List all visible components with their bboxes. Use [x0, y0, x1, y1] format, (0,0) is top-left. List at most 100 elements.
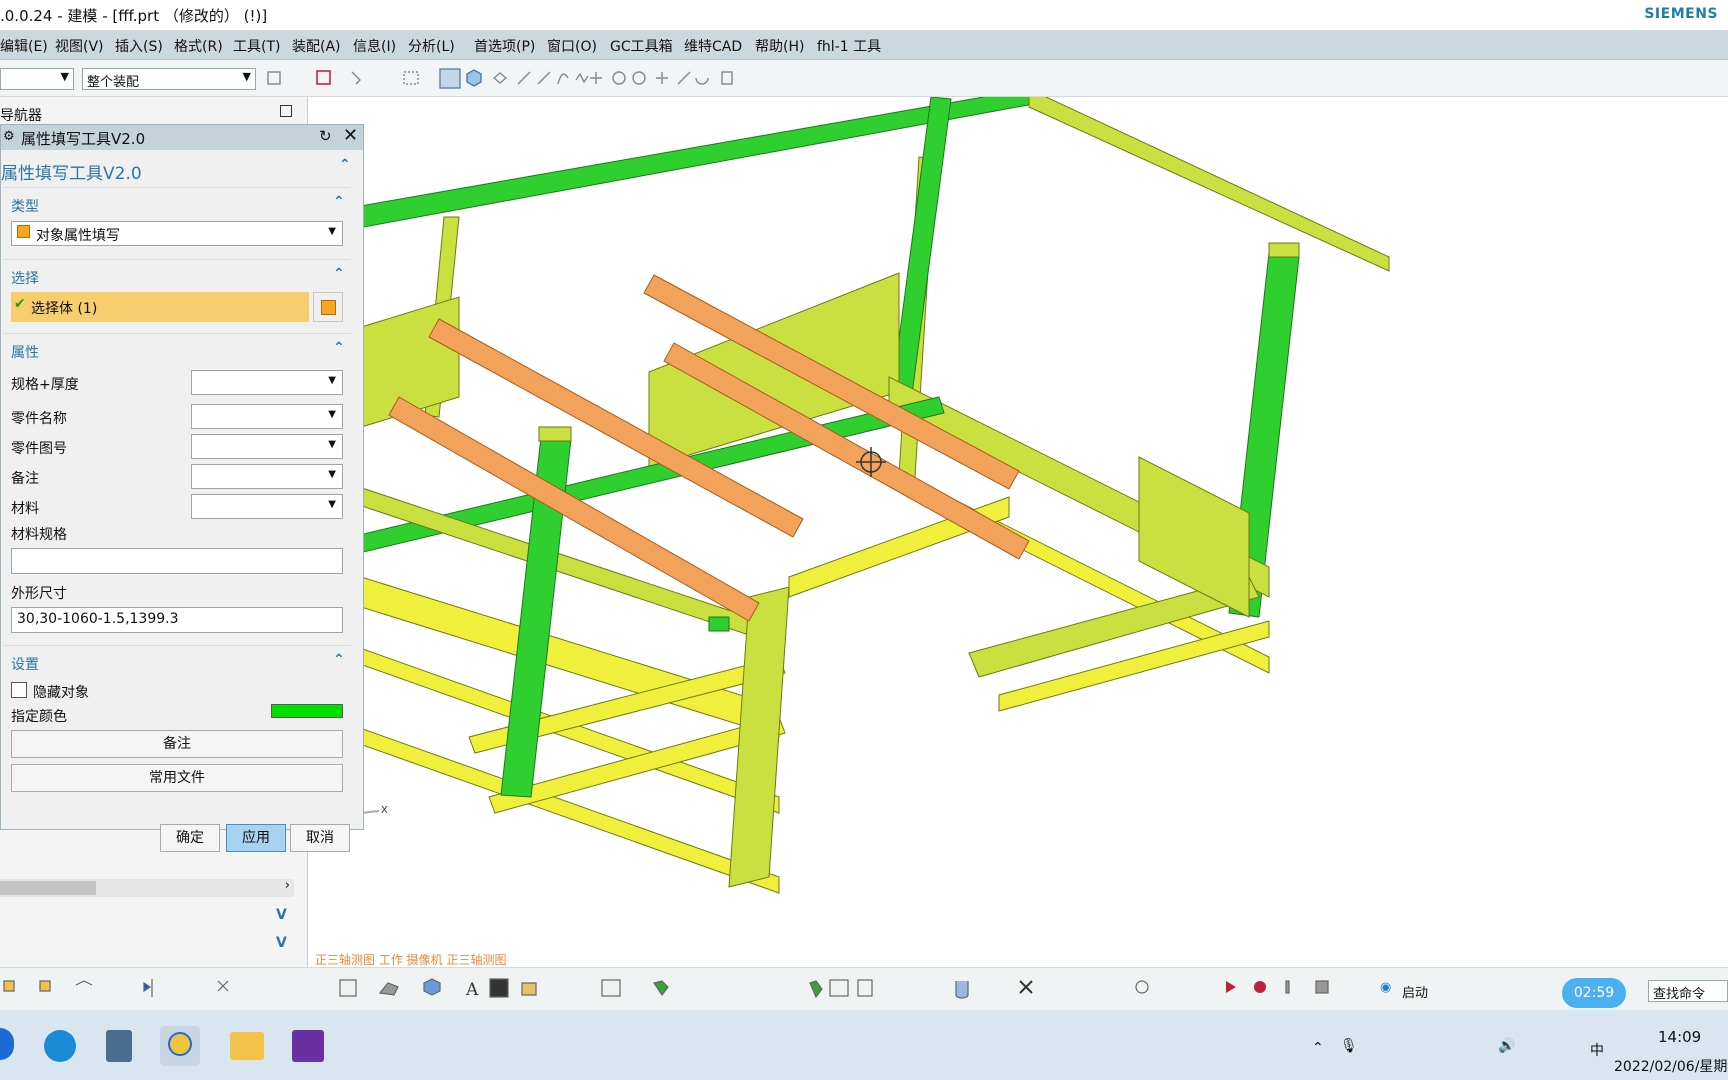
- select-body-field[interactable]: ✔ 选择体 (1): [11, 292, 309, 322]
- calculator-icon[interactable]: [106, 1030, 132, 1062]
- cube-icon: [466, 69, 482, 87]
- chevron-down-icon: ▼: [328, 469, 336, 480]
- filter-icon: [267, 71, 281, 85]
- nav-scrollbar[interactable]: ›: [0, 878, 294, 897]
- visual-studio-icon[interactable]: [292, 1030, 324, 1062]
- chevron-up-icon[interactable]: ⌃: [333, 266, 345, 282]
- menu-edit[interactable]: 编辑(E): [0, 36, 48, 56]
- chevron-down-icon: ▼: [60, 70, 69, 83]
- volume-icon[interactable]: 🔊: [1498, 1038, 1515, 1054]
- tangent-icon: [677, 71, 691, 85]
- remark-button[interactable]: 备注: [11, 730, 343, 758]
- cube-icon: [17, 225, 30, 238]
- chevron-up-icon[interactable]: ⌃: [1312, 1040, 1324, 1056]
- window-title: .0.0.24 - 建模 - [fff.prt （修改的） (!)]: [0, 7, 268, 25]
- outline-size-input[interactable]: 30,30-1060-1.5,1399.3: [11, 607, 343, 633]
- menu-format[interactable]: 格式(R): [174, 36, 223, 56]
- type-section-title: 类型: [11, 199, 39, 215]
- maximize-icon[interactable]: [280, 105, 292, 117]
- cancel-button[interactable]: 取消: [290, 824, 350, 852]
- nx-app-icon[interactable]: [160, 1026, 200, 1066]
- graphics-viewport[interactable]: Z X Y 正三轴测图 工作 摄像机 正三轴测图: [309, 97, 1728, 967]
- pause-icon: [1285, 980, 1290, 994]
- timer-badge[interactable]: 02:59: [1562, 978, 1626, 1008]
- assembly-scope-combo[interactable]: 整个装配 ▼: [82, 68, 256, 90]
- text-box-icon: [489, 978, 509, 998]
- edge-icon[interactable]: [44, 1030, 76, 1062]
- brand-logo: SIEMENS: [1644, 6, 1718, 22]
- attribute-section: 属性 ⌃ 规格+厚度 ▼ 零件名称 ▼ 零件图号 ▼ 备注 ▼ 材料 ▼ 材料规…: [3, 333, 351, 579]
- menu-preferences[interactable]: 首选项(P): [474, 36, 535, 56]
- menu-insert[interactable]: 插入(S): [115, 36, 163, 56]
- part-name-dropdown[interactable]: ▼: [191, 404, 343, 429]
- remark-label: 备注: [11, 471, 39, 487]
- table-icon: [829, 979, 849, 997]
- chevron-down-icon[interactable]: V: [276, 935, 287, 951]
- scrollbar-thumb[interactable]: [0, 881, 96, 895]
- axis-x-label: X: [381, 805, 388, 816]
- select-object-button[interactable]: [313, 292, 343, 322]
- start-button[interactable]: [0, 1028, 14, 1060]
- clock-date[interactable]: 2022/02/06/星期: [1614, 1056, 1727, 1076]
- chevron-up-icon[interactable]: ⌃: [333, 652, 345, 668]
- cad-model[interactable]: [309, 97, 1728, 967]
- hide-object-checkbox[interactable]: [11, 682, 27, 698]
- common-files-button[interactable]: 常用文件: [11, 764, 343, 792]
- reset-icon[interactable]: ↻: [319, 127, 332, 145]
- material-dropdown[interactable]: ▼: [191, 494, 343, 519]
- intersection-icon: [656, 72, 668, 84]
- file-explorer-icon[interactable]: [230, 1032, 264, 1060]
- start-icon[interactable]: ◉: [1380, 980, 1391, 995]
- close-icon[interactable]: ✕: [343, 125, 358, 146]
- snap-toolbar-icons[interactable]: [264, 66, 764, 92]
- attribute-tool-dialog: ⚙ 属性填写工具V2.0 ↻ ✕ 属性填写工具V2.0 ⌃ 类型 ⌃ 对象属性填…: [0, 124, 364, 852]
- search-command-input[interactable]: 查找命令: [1648, 980, 1728, 1002]
- start-label[interactable]: 启动: [1402, 982, 1428, 1001]
- search-icon: [1135, 980, 1149, 994]
- play-icon: [1226, 981, 1236, 993]
- menu-weite-cad[interactable]: 维特CAD: [684, 36, 742, 56]
- stop-icon: [1315, 980, 1329, 994]
- arc-icon: [632, 71, 646, 85]
- material-spec-label: 材料规格: [11, 527, 67, 543]
- menu-window[interactable]: 窗口(O): [547, 36, 597, 56]
- chevron-up-icon[interactable]: ⌃: [333, 340, 345, 356]
- menu-fhl-tools[interactable]: fhl-1 工具: [817, 36, 881, 56]
- record-icon: [1254, 981, 1266, 993]
- cylinder-icon: [955, 981, 969, 999]
- outline-size-group: 外形尺寸 30,30-1060-1.5,1399.3: [11, 579, 351, 639]
- shaded-icon: [378, 982, 399, 996]
- bottom-toolbar-icons[interactable]: A: [0, 975, 1370, 1003]
- menu-view[interactable]: 视图(V): [55, 36, 104, 56]
- chevron-down-icon[interactable]: V: [276, 907, 287, 923]
- chevron-up-icon[interactable]: ⌃: [339, 157, 351, 173]
- menu-assembly[interactable]: 装配(A): [292, 36, 341, 56]
- view-status-label: 正三轴测图 工作 摄像机 正三轴测图: [315, 953, 507, 967]
- view-fit-icon: [339, 979, 357, 997]
- menu-gc-toolbox[interactable]: GC工具箱: [610, 36, 673, 56]
- microphone-icon[interactable]: 🎙: [1340, 1038, 1358, 1054]
- part-number-dropdown[interactable]: ▼: [191, 434, 343, 459]
- menu-analysis[interactable]: 分析(L): [408, 36, 455, 56]
- menu-help[interactable]: 帮助(H): [755, 36, 804, 56]
- material-spec-input[interactable]: [11, 548, 343, 574]
- spec-thickness-label: 规格+厚度: [11, 377, 79, 393]
- menu-bar: 编辑(E) 视图(V) 插入(S) 格式(R) 工具(T) 装配(A) 信息(I…: [0, 30, 1728, 60]
- chevron-right-icon[interactable]: ›: [285, 878, 290, 893]
- dialog-header-title: 属性填写工具V2.0: [21, 130, 146, 148]
- remark-dropdown[interactable]: ▼: [191, 464, 343, 489]
- color-swatch[interactable]: [271, 704, 343, 718]
- ok-button[interactable]: 确定: [160, 824, 220, 852]
- apply-button[interactable]: 应用: [226, 824, 286, 852]
- move-icon: [217, 980, 229, 992]
- chevron-up-icon[interactable]: ⌃: [333, 194, 345, 210]
- type-dropdown[interactable]: 对象属性填写 ▼: [11, 221, 343, 246]
- cube-icon: [321, 300, 336, 315]
- selection-filter-combo[interactable]: ▼: [0, 68, 74, 90]
- menu-tools[interactable]: 工具(T): [233, 36, 280, 56]
- menu-info[interactable]: 信息(I): [353, 36, 396, 56]
- clock-time[interactable]: 14:09: [1658, 1028, 1701, 1046]
- part-number-label: 零件图号: [11, 441, 67, 457]
- spec-thickness-dropdown[interactable]: ▼: [191, 370, 343, 395]
- ime-indicator[interactable]: 中: [1590, 1040, 1604, 1060]
